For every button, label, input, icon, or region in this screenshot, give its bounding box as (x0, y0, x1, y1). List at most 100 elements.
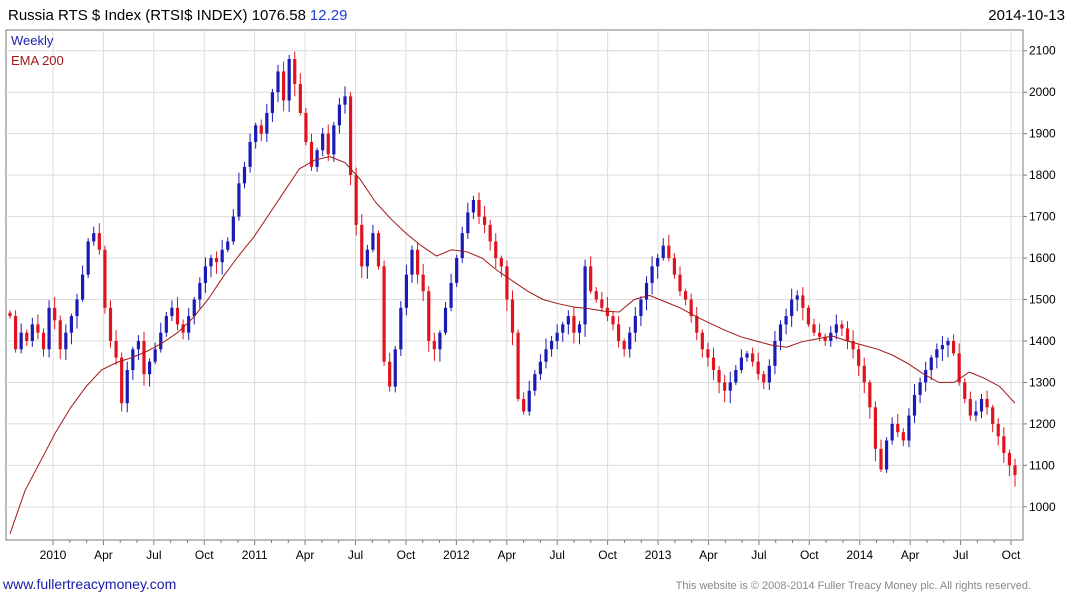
candle-body (399, 307, 403, 350)
candle-body (125, 370, 129, 404)
candle-body (293, 59, 297, 84)
candle-body (745, 353, 749, 358)
candle-body (996, 423, 1000, 437)
candle-body (516, 332, 520, 400)
candle-body (538, 361, 543, 375)
candle-body (862, 365, 866, 383)
candle-body (784, 316, 788, 325)
candle-body (120, 357, 124, 404)
candle-body (711, 357, 716, 370)
candle-body (510, 299, 515, 333)
candle-body (114, 340, 118, 358)
candle-body (47, 307, 51, 350)
x-tick-label: 2011 (242, 548, 268, 562)
candle-body (203, 266, 208, 283)
candle-body (382, 266, 386, 362)
y-tick-label: 1200 (1029, 417, 1056, 431)
candle-body (951, 340, 956, 354)
candle-body (259, 125, 263, 134)
candle-body (147, 361, 152, 375)
candle-body (583, 266, 587, 325)
candle-body (857, 349, 861, 366)
candle-body (388, 361, 392, 387)
candle-body (1013, 465, 1017, 476)
candle-body (974, 411, 978, 416)
candle-body (901, 432, 905, 441)
candle-body (281, 71, 286, 101)
candle-body (337, 104, 342, 126)
candle-body (672, 258, 677, 275)
x-tick-label: Apr (901, 548, 920, 562)
y-tick-label: 1700 (1029, 210, 1056, 224)
candle-body (427, 291, 431, 341)
candle-body (728, 382, 732, 391)
candle-body (750, 353, 755, 362)
candle-body (443, 307, 448, 333)
candle-body (533, 374, 537, 391)
x-tick-label: Apr (699, 548, 718, 562)
candle-body (907, 415, 911, 441)
candle-body (192, 299, 196, 317)
candle-body (460, 233, 464, 259)
candle-body (756, 361, 760, 375)
website-link[interactable]: www.fullertreacymoney.com (3, 576, 176, 592)
candle-body (695, 316, 699, 333)
x-tick-label: Apr (497, 548, 516, 562)
y-tick-label: 2000 (1029, 85, 1056, 99)
candle-body (650, 266, 654, 283)
candle-body (482, 216, 487, 225)
candle-body (795, 295, 799, 300)
candle-body (817, 332, 822, 337)
y-tick-label: 1600 (1029, 251, 1056, 265)
candle-body (845, 328, 850, 341)
candle-body (661, 245, 665, 259)
candle-body (393, 349, 397, 387)
candle-body (321, 133, 325, 151)
candle-body (628, 332, 632, 350)
x-tick-label: Oct (598, 548, 617, 562)
candle-body (455, 258, 459, 283)
candle-body (946, 340, 950, 346)
candle-body (36, 324, 40, 333)
candle-body (360, 224, 364, 267)
x-tick-label: Jul (953, 548, 968, 562)
x-tick-label: 2010 (40, 548, 67, 562)
candle-body (739, 357, 744, 370)
candle-body (86, 241, 90, 275)
candle-body (778, 324, 783, 341)
candle-body (242, 166, 247, 184)
candle-body (600, 299, 604, 308)
y-tick-label: 1400 (1029, 334, 1056, 348)
candle-body (577, 324, 582, 333)
candle-body (248, 141, 252, 167)
candle-body (572, 316, 576, 333)
candle-body (8, 312, 12, 317)
candle-body (589, 266, 593, 292)
candle-body (326, 133, 330, 155)
candle-body (667, 245, 671, 259)
candle-body (918, 382, 922, 395)
candle-body (773, 340, 777, 366)
candle-body (991, 407, 995, 424)
candle-body (683, 291, 688, 300)
candle-body (142, 340, 146, 375)
candle-body (494, 241, 498, 259)
candle-body (840, 324, 844, 329)
candle-body (868, 382, 872, 408)
candle-body (153, 349, 157, 362)
candle-body (527, 390, 531, 412)
candle-body (706, 349, 710, 358)
candle-body (25, 332, 29, 341)
candle-body (30, 324, 34, 341)
candle-body (170, 307, 174, 317)
candle-body (912, 394, 917, 416)
candle-body (136, 340, 141, 350)
candle-body (64, 332, 68, 350)
candle-body (656, 258, 660, 267)
price-chart: 1000 1100 1200 1300 1400 1500 1600 1700 1800 1900… (5, 29, 1056, 562)
candle-body (890, 423, 894, 441)
candle-body (549, 340, 554, 350)
candle-body (287, 59, 291, 101)
x-tick-label: Oct (195, 548, 214, 562)
candle-body (265, 112, 269, 134)
